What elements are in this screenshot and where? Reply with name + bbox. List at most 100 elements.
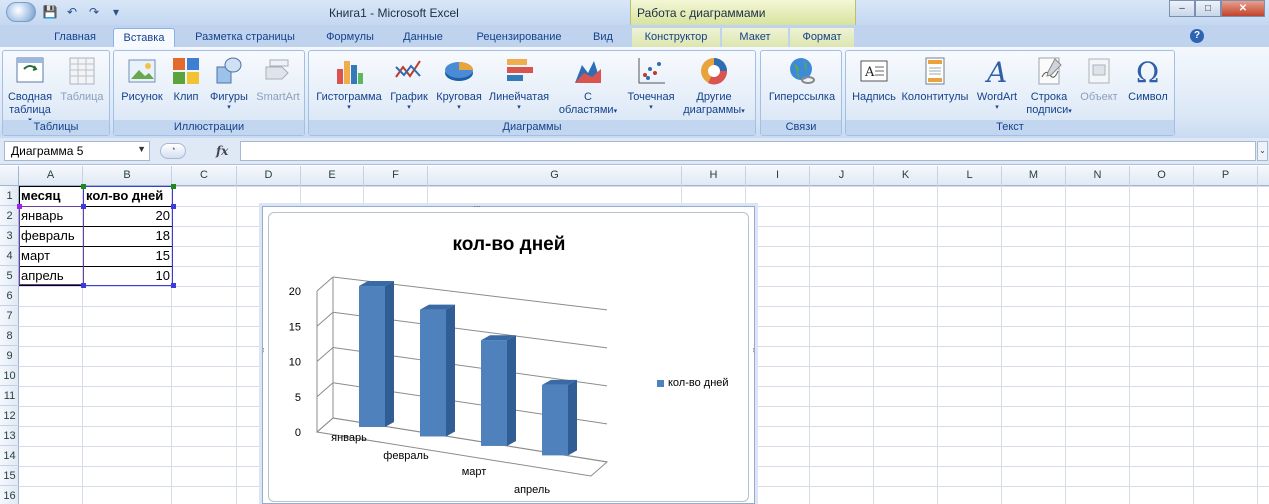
- tab-layout[interactable]: Макет: [722, 28, 788, 47]
- smartart-button[interactable]: SmartArt: [254, 55, 302, 104]
- undo-icon[interactable]: ↶: [62, 3, 82, 21]
- minimize-button[interactable]: –: [1169, 0, 1195, 17]
- cell-b2[interactable]: 20: [84, 206, 173, 226]
- row-header-15[interactable]: 15: [0, 466, 19, 486]
- column-header-o[interactable]: O: [1130, 166, 1194, 186]
- redo-icon[interactable]: ↷: [84, 3, 104, 21]
- range-handle[interactable]: [81, 204, 86, 209]
- header-footer-button[interactable]: Колонтитулы: [900, 55, 970, 104]
- resize-handle-bottom[interactable]: ····: [473, 500, 481, 504]
- tab-formulas[interactable]: Формулы: [316, 28, 384, 47]
- row-header-10[interactable]: 10: [0, 366, 19, 386]
- column-header-d[interactable]: D: [237, 166, 301, 186]
- tab-insert[interactable]: Вставка: [113, 28, 175, 47]
- chart-area[interactable]: 0 5 10 15 20 январь февраль март апрель кол-во д…: [268, 212, 749, 502]
- resize-handle-right[interactable]: ···: [749, 347, 758, 352]
- cell-b4[interactable]: 15: [84, 246, 173, 266]
- clip-button[interactable]: Клип: [168, 55, 204, 104]
- range-handle[interactable]: [171, 283, 176, 288]
- column-header-c[interactable]: C: [172, 166, 237, 186]
- column-header-j[interactable]: J: [810, 166, 874, 186]
- area-chart-button[interactable]: С областями▾: [555, 55, 621, 117]
- tab-page-layout[interactable]: Разметка страницы: [184, 28, 306, 47]
- table-button[interactable]: Таблица: [57, 55, 107, 104]
- chart-legend[interactable]: кол-во дней: [657, 377, 729, 389]
- row-header-9[interactable]: 9: [0, 346, 19, 366]
- expand-formula-icon[interactable]: ⌄: [1257, 141, 1268, 161]
- row-header-4[interactable]: 4: [0, 246, 19, 266]
- hyperlink-button[interactable]: Гиперссылка: [763, 55, 841, 104]
- name-box[interactable]: Диаграмма 5 ▼: [4, 141, 150, 161]
- symbol-button[interactable]: Ω Символ: [1124, 55, 1172, 104]
- column-header-h[interactable]: H: [682, 166, 746, 186]
- range-handle[interactable]: [17, 204, 22, 209]
- row-header-8[interactable]: 8: [0, 326, 19, 346]
- row-header-12[interactable]: 12: [0, 406, 19, 426]
- chevron-down-icon[interactable]: ▼: [137, 144, 146, 154]
- save-icon[interactable]: 💾: [40, 3, 60, 21]
- object-button[interactable]: Объект: [1076, 55, 1122, 104]
- select-all-corner[interactable]: [0, 166, 19, 186]
- range-handle[interactable]: [171, 184, 176, 189]
- cell-a4[interactable]: март: [19, 246, 84, 266]
- wordart-button[interactable]: A WordArt ▾: [972, 55, 1022, 112]
- row-header-11[interactable]: 11: [0, 386, 19, 406]
- row-header-2[interactable]: 2: [0, 206, 19, 226]
- row-header-1[interactable]: 1: [0, 186, 19, 206]
- cell-b1[interactable]: кол-во дней: [84, 186, 173, 206]
- tab-view[interactable]: Вид: [584, 28, 622, 47]
- column-header-p[interactable]: P: [1194, 166, 1258, 186]
- cell-a2[interactable]: январь: [19, 206, 84, 226]
- formula-input[interactable]: [240, 141, 1256, 161]
- column-header-a[interactable]: A: [19, 166, 83, 186]
- tab-home[interactable]: Главная: [44, 28, 106, 47]
- row-header-13[interactable]: 13: [0, 426, 19, 446]
- tab-data[interactable]: Данные: [394, 28, 452, 47]
- customize-qat-icon[interactable]: ▾: [106, 3, 126, 21]
- picture-button[interactable]: Рисунок: [118, 55, 166, 104]
- chart-title[interactable]: кол-во дней: [369, 234, 649, 256]
- bar-chart-button[interactable]: Линейчатая ▾: [485, 55, 553, 112]
- column-header-k[interactable]: K: [874, 166, 938, 186]
- tab-review[interactable]: Рецензирование: [464, 28, 574, 47]
- cell-b3[interactable]: 18: [84, 226, 173, 246]
- row-header-14[interactable]: 14: [0, 446, 19, 466]
- resize-handle-left[interactable]: ···: [259, 347, 268, 352]
- cell-a5[interactable]: апрель: [19, 266, 84, 286]
- maximize-button[interactable]: □: [1195, 0, 1221, 17]
- office-button-icon[interactable]: [6, 2, 36, 22]
- range-handle[interactable]: [171, 204, 176, 209]
- other-charts-button[interactable]: Другие диаграммы▾: [681, 55, 747, 117]
- row-header-16[interactable]: 16: [0, 486, 19, 504]
- tab-format[interactable]: Формат: [790, 28, 854, 47]
- scatter-chart-button[interactable]: Точечная ▾: [621, 55, 681, 112]
- column-header-e[interactable]: E: [301, 166, 364, 186]
- cell-a3[interactable]: февраль: [19, 226, 84, 246]
- row-header-7[interactable]: 7: [0, 306, 19, 326]
- line-chart-button[interactable]: График ▾: [387, 55, 431, 112]
- range-handle[interactable]: [81, 184, 86, 189]
- help-icon[interactable]: ?: [1190, 29, 1204, 43]
- column-header-i[interactable]: I: [746, 166, 810, 186]
- column-header-g[interactable]: G: [428, 166, 682, 186]
- signature-line-button[interactable]: Строка подписи▾: [1022, 55, 1076, 117]
- column-header-m[interactable]: M: [1002, 166, 1066, 186]
- textbox-button[interactable]: A Надпись: [848, 55, 900, 104]
- close-button[interactable]: ✕: [1221, 0, 1265, 17]
- cell-b5[interactable]: 10: [84, 266, 173, 286]
- insert-function-icon[interactable]: fx: [216, 144, 228, 158]
- column-header-l[interactable]: L: [938, 166, 1002, 186]
- cell-a1[interactable]: месяц: [19, 186, 84, 206]
- chart-object[interactable]: 0 5 10 15 20 январь февраль март апрель кол-во д…: [259, 202, 758, 504]
- column-header-n[interactable]: N: [1066, 166, 1130, 186]
- column-header-f[interactable]: F: [364, 166, 428, 186]
- row-header-3[interactable]: 3: [0, 226, 19, 246]
- pivot-table-button[interactable]: Сводная таблица▾: [5, 55, 55, 125]
- resize-handle-top[interactable]: ····: [473, 202, 481, 211]
- tab-design[interactable]: Конструктор: [632, 28, 720, 47]
- column-header-b[interactable]: B: [83, 166, 172, 186]
- histogram-button[interactable]: Гистограмма ▾: [313, 55, 385, 112]
- shapes-button[interactable]: Фигуры ▾: [206, 55, 252, 112]
- formula-zoom-icon[interactable]: ◔: [160, 143, 186, 159]
- range-handle[interactable]: [81, 283, 86, 288]
